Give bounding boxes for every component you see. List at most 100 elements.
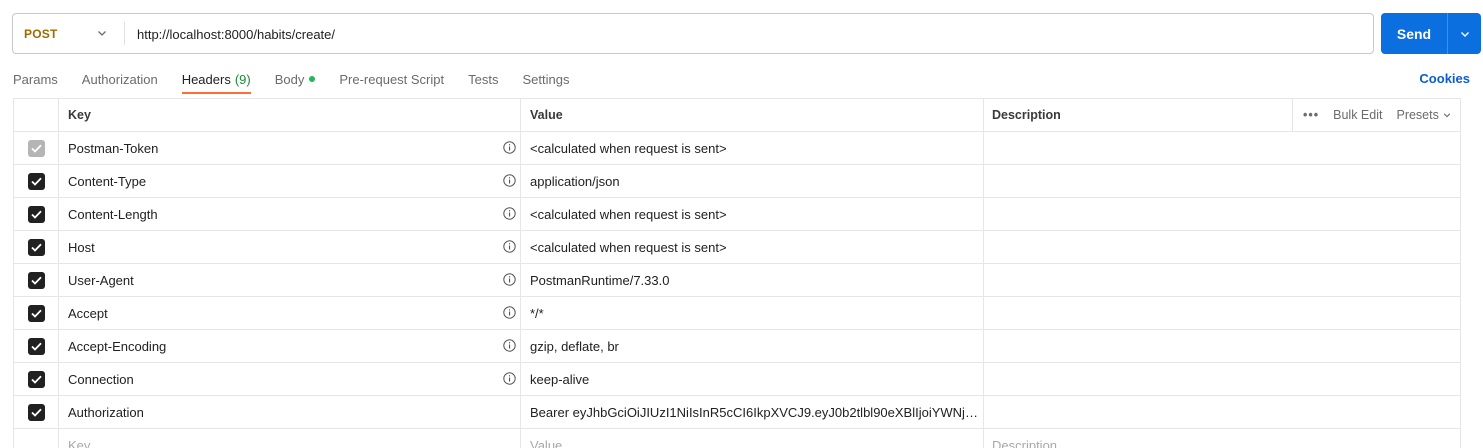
request-url-bar: POST [12,13,1374,54]
info-icon[interactable] [503,339,516,352]
header-description-cell[interactable] [984,231,1460,263]
checkbox[interactable] [27,238,45,256]
table-row: User-Agent PostmanRuntime/7.33.0 [14,264,1460,297]
row-check-cell [14,198,59,230]
new-key-input[interactable]: Key [59,429,521,448]
header-check-cell [14,99,59,131]
table-row: Accept-Encoding gzip, deflate, br [14,330,1460,363]
column-value-header: Value [521,99,984,131]
checkbox[interactable] [27,271,45,289]
tab-headers[interactable]: Headers (9) [181,64,251,94]
header-value-cell[interactable]: PostmanRuntime/7.33.0 [521,264,984,296]
header-key-cell[interactable]: Postman-Token [59,132,521,164]
header-key: Content-Type [68,173,147,189]
header-key: Content-Length [68,206,158,222]
header-value-cell[interactable]: <calculated when request is sent> [521,198,984,230]
new-value-input[interactable]: Value [521,429,984,448]
header-value-cell[interactable]: gzip, deflate, br [521,330,984,362]
tab-label: Body [274,71,305,87]
table-header-row: Key Value Description ••• Bulk Edit Pres… [14,99,1460,132]
headers-table: Key Value Description ••• Bulk Edit Pres… [13,98,1461,448]
header-description-cell[interactable] [984,198,1460,230]
divider [124,22,125,45]
presets-dropdown[interactable]: Presets [1396,108,1451,122]
header-key: Authorization [68,404,144,420]
presets-label: Presets [1396,108,1439,122]
more-options-icon[interactable]: ••• [1303,108,1319,122]
header-value-cell[interactable]: application/json [521,165,984,197]
info-icon[interactable] [503,240,516,253]
tab-params[interactable]: Params [13,64,58,94]
header-key-cell[interactable]: Content-Type [59,165,521,197]
info-icon[interactable] [503,306,516,319]
tab-body[interactable]: Body [275,64,316,94]
chevron-down-icon [1460,31,1469,37]
header-value: <calculated when request is sent> [530,239,727,255]
table-row: Host <calculated when request is sent> [14,231,1460,264]
header-description-cell[interactable] [984,165,1460,197]
cookies-link[interactable]: Cookies [1410,64,1470,92]
checkmark-icon [30,375,42,384]
info-icon[interactable] [503,174,516,187]
row-check-cell [14,396,59,428]
new-header-row: Key Value Description [14,429,1460,448]
checkbox[interactable] [27,304,45,322]
row-check-cell [14,297,59,329]
checkbox[interactable] [27,172,45,190]
chevron-down-icon [98,31,106,36]
header-key-cell[interactable]: User-Agent [59,264,521,296]
header-key: Accept-Encoding [68,338,167,354]
checkbox[interactable] [27,139,45,157]
new-description-input[interactable]: Description [984,429,1460,448]
tab-label: Tests [468,71,499,87]
header-value: keep-alive [530,371,590,387]
info-icon[interactable] [503,273,516,286]
method-select[interactable]: POST [13,14,125,53]
checkmark-icon [30,144,42,153]
header-description-cell[interactable] [984,264,1460,296]
header-value: application/json [530,173,620,189]
header-value-cell[interactable]: keep-alive [521,363,984,395]
checkmark-icon [30,243,42,252]
info-icon[interactable] [503,141,516,154]
send-button-group: Send [1381,13,1481,54]
table-row: Connection keep-alive [14,363,1460,396]
url-input[interactable] [137,24,1337,44]
header-key-cell[interactable]: Content-Length [59,198,521,230]
header-description-cell[interactable] [984,363,1460,395]
header-value-cell[interactable]: <calculated when request is sent> [521,132,984,164]
tab-label: Authorization [81,71,158,87]
send-button[interactable]: Send [1381,13,1447,54]
header-key-cell[interactable]: Host [59,231,521,263]
chevron-down-icon [1443,113,1451,118]
row-check-cell [14,165,59,197]
header-value-cell[interactable]: <calculated when request is sent> [521,231,984,263]
tab-settings[interactable]: Settings [522,64,569,94]
tab-pre-request-script[interactable]: Pre-request Script [339,64,444,94]
bulk-edit-button[interactable]: Bulk Edit [1333,108,1382,122]
header-description-cell[interactable] [984,297,1460,329]
row-check-cell [14,132,59,164]
tab-label: Params [13,71,58,87]
tab-tests[interactable]: Tests [468,64,498,94]
row-check-cell [14,330,59,362]
checkbox[interactable] [27,370,45,388]
checkbox[interactable] [27,337,45,355]
header-description-cell[interactable] [984,330,1460,362]
body-indicator-dot [309,76,316,82]
header-value-cell[interactable]: */* [521,297,984,329]
table-row: Content-Type application/json [14,165,1460,198]
header-key-cell[interactable]: Connection [59,363,521,395]
header-value-cell[interactable]: Bearer eyJhbGciOiJIUzI1NiIsInR5cCI6IkpXV… [521,396,984,428]
header-key-cell[interactable]: Authorization [59,396,521,428]
send-options-button[interactable] [1448,13,1481,54]
header-key-cell[interactable]: Accept-Encoding [59,330,521,362]
header-description-cell[interactable] [984,132,1460,164]
checkbox[interactable] [27,205,45,223]
checkbox[interactable] [27,403,45,421]
tab-authorization[interactable]: Authorization [82,64,158,94]
header-key-cell[interactable]: Accept [59,297,521,329]
header-description-cell[interactable] [984,396,1460,428]
info-icon[interactable] [503,372,516,385]
info-icon[interactable] [503,207,516,220]
